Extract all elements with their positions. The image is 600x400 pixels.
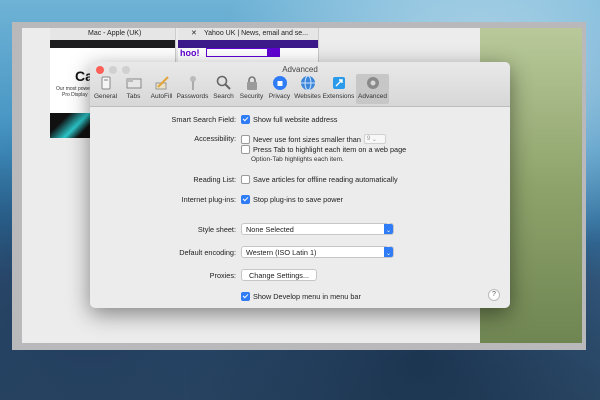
tab-advanced[interactable]: Advanced	[356, 74, 389, 104]
tab-search[interactable]: Search	[210, 74, 237, 104]
websites-icon	[294, 74, 321, 92]
tab-security[interactable]: Security	[238, 74, 265, 104]
develop-menu-checkbox[interactable]	[241, 292, 250, 301]
tab-autofill[interactable]: AutoFill	[148, 74, 175, 104]
yahoo-search-button	[268, 48, 280, 57]
tab-extensions[interactable]: Extensions	[322, 74, 355, 104]
tab-title-yahoo-text: Yahoo UK | News, email and se...	[204, 30, 309, 37]
tab-highlight-checkbox-row[interactable]: Press Tab to highlight each item on a we…	[241, 145, 406, 154]
encoding-wrap: Western (ISO Latin 1) ⌃ ⌄	[241, 246, 394, 258]
min-font-size-value: 9	[366, 136, 371, 142]
tab-passwords[interactable]: Passwords	[176, 74, 209, 104]
min-font-size-select[interactable]: 9 ⌄	[363, 134, 386, 144]
accessibility-label: Accessibility:	[194, 134, 236, 143]
tab-websites-label: Websites	[294, 93, 321, 100]
show-full-address-text: Show full website address	[253, 115, 338, 124]
encoding-select[interactable]: Western (ISO Latin 1) ⌃ ⌄	[241, 246, 394, 258]
yahoo-nav-bar	[178, 40, 318, 48]
change-settings-button[interactable]: Change Settings...	[241, 269, 318, 281]
close-tab-icon[interactable]: ✕	[191, 28, 197, 40]
apple-hero-image	[50, 113, 90, 138]
tab-privacy[interactable]: Privacy	[266, 74, 293, 104]
privacy-icon	[266, 74, 293, 92]
reading-list-text: Save articles for offline reading automa…	[253, 175, 398, 184]
tab-highlight-checkbox[interactable]	[241, 145, 250, 154]
passwords-icon	[176, 74, 209, 92]
min-font-checkbox-row[interactable]: Never use font sizes smaller than 9 ⌄	[241, 134, 386, 144]
tab-title-yahoo: ✕ Yahoo UK | News, email and se...	[178, 28, 318, 40]
smart-search-label: Smart Search Field:	[171, 115, 236, 124]
tab-autofill-label: AutoFill	[150, 93, 173, 100]
preferences-titlebar: Advanced General Tabs AutoFill Passwords…	[90, 62, 510, 107]
style-sheet-label: Style sheet:	[197, 225, 236, 234]
stop-plugins-text: Stop plug-ins to save power	[253, 195, 344, 204]
tab-tabs[interactable]: Tabs	[120, 74, 147, 104]
select-arrows-icon: ⌃ ⌄	[384, 223, 393, 234]
encoding-label: Default encoding:	[179, 248, 236, 257]
develop-checkbox-row[interactable]: Show Develop menu in menu bar	[241, 292, 361, 301]
proxies-wrap: Change Settings...	[241, 269, 318, 281]
reading-list-label: Reading List:	[193, 175, 236, 184]
tab-general-label: General	[93, 93, 118, 100]
tab-search-label: Search	[213, 93, 234, 100]
develop-menu-text: Show Develop menu in menu bar	[253, 292, 361, 301]
tab-tabs-label: Tabs	[126, 93, 141, 100]
reading-list-checkbox-row[interactable]: Save articles for offline reading automa…	[241, 175, 398, 184]
help-button[interactable]: ?	[488, 289, 500, 301]
encoding-value: Western (ISO Latin 1)	[246, 247, 317, 257]
yahoo-search-box	[206, 48, 268, 57]
yahoo-logo: hoo!	[180, 48, 200, 58]
tabs-icon	[120, 74, 147, 92]
stop-plugins-checkbox[interactable]	[241, 195, 250, 204]
advanced-gear-icon	[356, 74, 389, 92]
min-font-text: Never use font sizes smaller than	[253, 134, 361, 144]
min-font-checkbox[interactable]	[241, 134, 250, 144]
apple-text-2: Pro Display	[62, 92, 88, 98]
window-title: Advanced	[282, 65, 318, 74]
tab-websites[interactable]: Websites	[294, 74, 321, 104]
proxies-label: Proxies:	[209, 271, 236, 280]
tab-extensions-label: Extensions	[322, 93, 355, 100]
style-sheet-wrap: None Selected ⌃ ⌄	[241, 223, 394, 235]
extensions-icon	[322, 74, 355, 92]
tab-privacy-label: Privacy	[268, 93, 291, 100]
tab-passwords-label: Passwords	[176, 93, 209, 100]
advanced-settings-panel: Smart Search Field: Show full website ad…	[90, 107, 510, 308]
style-sheet-select[interactable]: None Selected ⌃ ⌄	[241, 223, 394, 235]
show-full-address-checkbox[interactable]	[241, 115, 250, 124]
reading-list-checkbox[interactable]	[241, 175, 250, 184]
tab-general[interactable]: General	[92, 74, 119, 104]
show-full-address-checkbox-row[interactable]: Show full website address	[241, 115, 337, 124]
search-icon	[210, 74, 237, 92]
tab-title-apple: Mac - Apple (UK)	[50, 28, 175, 40]
style-sheet-value: None Selected	[246, 224, 294, 234]
tab-advanced-label: Advanced	[358, 93, 387, 100]
tab-highlight-text: Press Tab to highlight each item on a we…	[253, 145, 407, 154]
autofill-icon	[148, 74, 175, 92]
general-icon	[92, 74, 119, 92]
preferences-window: Advanced General Tabs AutoFill Passwords…	[90, 62, 510, 308]
select-arrows-icon: ⌃ ⌄	[384, 246, 393, 257]
security-icon	[238, 74, 265, 92]
preferences-toolbar: General Tabs AutoFill Passwords Search S…	[92, 74, 390, 104]
plugins-label: Internet plug-ins:	[181, 195, 236, 204]
stop-plugins-checkbox-row[interactable]: Stop plug-ins to save power	[241, 195, 343, 204]
tab-hint-text: Option-Tab highlights each item.	[251, 156, 344, 163]
tab-security-label: Security	[239, 93, 264, 100]
apple-nav-bar	[50, 40, 175, 48]
